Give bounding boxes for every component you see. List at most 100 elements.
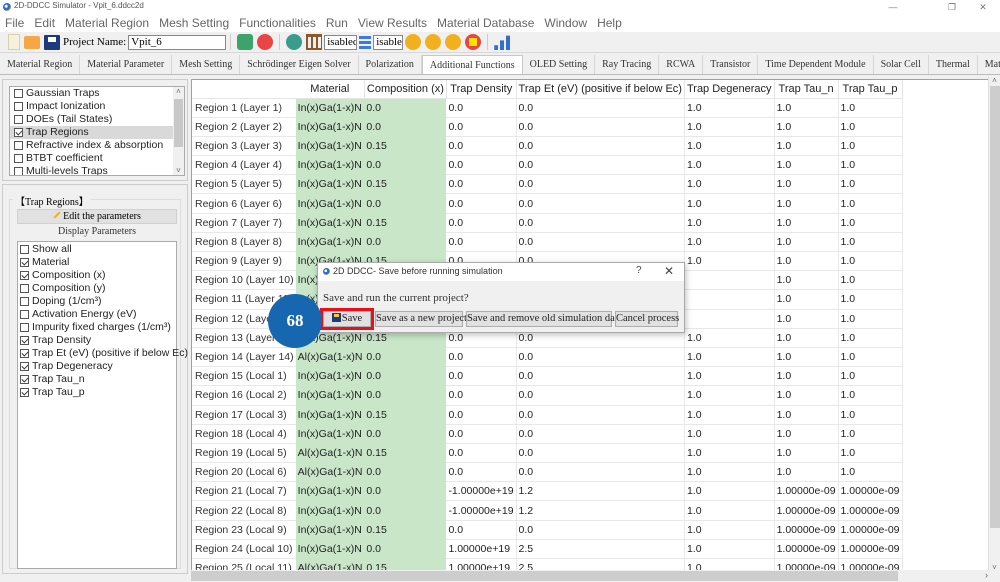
tab-ray-tracing[interactable]: Ray Tracing	[595, 55, 660, 74]
menu-view-results[interactable]: View Results	[353, 14, 432, 32]
cell-material[interactable]: In(x)Ga(1-x)N	[295, 500, 365, 521]
param-trap-density[interactable]: Trap Density	[18, 334, 176, 347]
cell-trap-degeneracy[interactable]: 1.0	[684, 385, 775, 406]
menu-mesh-setting[interactable]: Mesh Setting	[154, 14, 234, 32]
cell-material[interactable]: In(x)Ga(1-x)N	[295, 213, 365, 233]
cell-trap-degeneracy[interactable]: 1.0	[684, 539, 775, 560]
menu-material-region[interactable]: Material Region	[60, 14, 154, 32]
parallel-mode-dropdown[interactable]: isabled	[324, 34, 358, 50]
cell-composition-x[interactable]: 0.15	[364, 136, 447, 157]
checkbox[interactable]	[14, 154, 23, 163]
checkbox[interactable]	[20, 284, 29, 293]
cell-trap-tau-p[interactable]: 1.00000e-09	[838, 539, 903, 560]
cell-trap-tau-p[interactable]: 1.0	[838, 385, 903, 406]
checkbox[interactable]	[14, 89, 23, 98]
parallel-icon[interactable]	[306, 34, 323, 50]
save-and-remove-old-data-button[interactable]: Save and remove old simulation data	[466, 311, 622, 327]
cell-trap-et[interactable]: 0.0	[516, 117, 685, 137]
cell-trap-et[interactable]: 0.0	[516, 98, 685, 118]
cell-trap-density[interactable]: 1.00000e+19	[446, 539, 517, 560]
close-window-button[interactable]: ✕	[968, 0, 998, 14]
tab-material-region[interactable]: Material Region	[0, 55, 81, 74]
cell-trap-tau-n[interactable]: 1.0	[774, 366, 839, 387]
cell-material[interactable]: Al(x)Ga(1-x)N	[295, 462, 365, 483]
function-item-btbt-coefficient[interactable]: BTBT coefficient	[10, 152, 184, 165]
cell-trap-tau-p[interactable]: 1.0	[838, 347, 903, 368]
new-file-icon[interactable]	[8, 34, 20, 50]
cell-trap-et[interactable]: 0.0	[516, 443, 685, 464]
param-composition-x[interactable]: Composition (x)	[18, 269, 176, 282]
cell-trap-tau-n[interactable]: 1.0	[774, 289, 839, 310]
cell-composition-x[interactable]: 0.0	[364, 500, 447, 521]
cell-trap-tau-n[interactable]: 1.0	[774, 405, 839, 425]
row-header[interactable]: Region 7 (Layer 7)	[192, 213, 296, 233]
row-header[interactable]: Region 8 (Layer 8)	[192, 232, 296, 253]
cell-trap-et[interactable]: 0.0	[516, 193, 685, 214]
column-header-trap-density[interactable]: Trap Density	[446, 80, 517, 99]
cell-trap-degeneracy[interactable]: 1.0	[684, 98, 775, 118]
cell-trap-tau-p[interactable]: 1.0	[838, 462, 903, 483]
cell-trap-density[interactable]: 0.0	[446, 347, 517, 368]
menu-file[interactable]: File	[0, 14, 29, 32]
tab-material-database[interactable]: Material Database	[978, 55, 1000, 74]
checkbox[interactable]	[20, 362, 29, 371]
checkbox[interactable]	[14, 128, 23, 137]
cell-material[interactable]: In(x)Ga(1-x)N	[295, 520, 365, 540]
cell-trap-density[interactable]: 0.0	[446, 98, 517, 118]
row-header[interactable]: Region 17 (Local 3)	[192, 405, 296, 425]
table-vertical-scrollbar[interactable]: ˄ ˅	[988, 76, 1000, 572]
cell-trap-et[interactable]: 0.0	[516, 385, 685, 406]
cell-trap-degeneracy[interactable]: 1.0	[684, 213, 775, 233]
row-header[interactable]: Region 9 (Layer 9)	[192, 251, 296, 272]
maximize-button[interactable]: ❐	[937, 0, 967, 14]
cell-trap-degeneracy[interactable]: 1.0	[684, 443, 775, 464]
list-mode-dropdown[interactable]: isabled	[373, 34, 404, 50]
cell-trap-density[interactable]: 0.0	[446, 443, 517, 464]
cell-trap-density[interactable]: 0.0	[446, 117, 517, 137]
param-trap-degeneracy[interactable]: Trap Degeneracy	[18, 360, 176, 373]
cell-trap-degeneracy[interactable]: 1.0	[684, 117, 775, 137]
cell-trap-tau-p[interactable]: 1.0	[838, 174, 903, 195]
column-header-trap-tau-p[interactable]: Trap Tau_p	[838, 80, 903, 99]
cell-trap-density[interactable]: 0.0	[446, 462, 517, 483]
cell-trap-degeneracy[interactable]: 1.0	[684, 500, 775, 521]
row-header[interactable]: Region 18 (Local 4)	[192, 424, 296, 444]
run-all-icon[interactable]	[425, 34, 442, 50]
cell-trap-tau-p[interactable]: 1.0	[838, 270, 903, 291]
cell-trap-tau-p[interactable]: 1.0	[838, 251, 903, 272]
scrollbar-thumb[interactable]	[990, 86, 1000, 528]
project-name-input[interactable]: Vpit_6	[128, 34, 227, 50]
cell-composition-x[interactable]: 0.0	[364, 539, 447, 560]
cell-trap-tau-n[interactable]: 1.0	[774, 309, 839, 329]
cell-composition-x[interactable]: 0.0	[364, 193, 447, 214]
tab-transistor[interactable]: Transistor	[703, 55, 759, 74]
cell-trap-density[interactable]: 0.0	[446, 366, 517, 387]
cell-trap-et[interactable]: 0.0	[516, 366, 685, 387]
checkbox[interactable]	[14, 115, 23, 124]
cell-trap-degeneracy[interactable]: 1.0	[684, 481, 775, 502]
param-impurity-fixed-charges[interactable]: Impurity fixed charges (1/cm³)	[18, 321, 176, 334]
scrollbar-thumb[interactable]	[191, 571, 898, 581]
cell-material[interactable]: In(x)Ga(1-x)N	[295, 539, 365, 560]
checkbox[interactable]	[20, 323, 29, 332]
menu-functionalities[interactable]: Functionalities	[234, 14, 321, 32]
cell-trap-et[interactable]: 0.0	[516, 405, 685, 425]
row-header[interactable]: Region 21 (Local 7)	[192, 481, 296, 502]
cell-trap-tau-p[interactable]: 1.00000e-09	[838, 520, 903, 540]
cell-material[interactable]: In(x)Ga(1-x)N	[295, 193, 365, 214]
cell-trap-tau-n[interactable]: 1.0	[774, 213, 839, 233]
cell-trap-tau-p[interactable]: 1.00000e-09	[838, 481, 903, 502]
cell-trap-tau-n[interactable]: 1.00000e-09	[774, 481, 839, 502]
column-header-trap-degeneracy[interactable]: Trap Degeneracy	[684, 80, 775, 99]
row-header[interactable]: Region 14 (Layer 14)	[192, 347, 296, 368]
checkbox[interactable]	[20, 388, 29, 397]
cell-trap-density[interactable]: 0.0	[446, 424, 517, 444]
menu-help[interactable]: Help	[592, 14, 627, 32]
cell-trap-tau-p[interactable]: 1.0	[838, 405, 903, 425]
reload-icon[interactable]	[257, 34, 274, 50]
row-header[interactable]: Region 3 (Layer 3)	[192, 136, 296, 157]
cell-composition-x[interactable]: 0.15	[364, 443, 447, 464]
cell-trap-tau-p[interactable]: 1.0	[838, 213, 903, 233]
edit-parameters-button[interactable]: Edit the parameters	[17, 209, 177, 224]
cell-material[interactable]: Al(x)Ga(1-x)N	[295, 443, 365, 464]
